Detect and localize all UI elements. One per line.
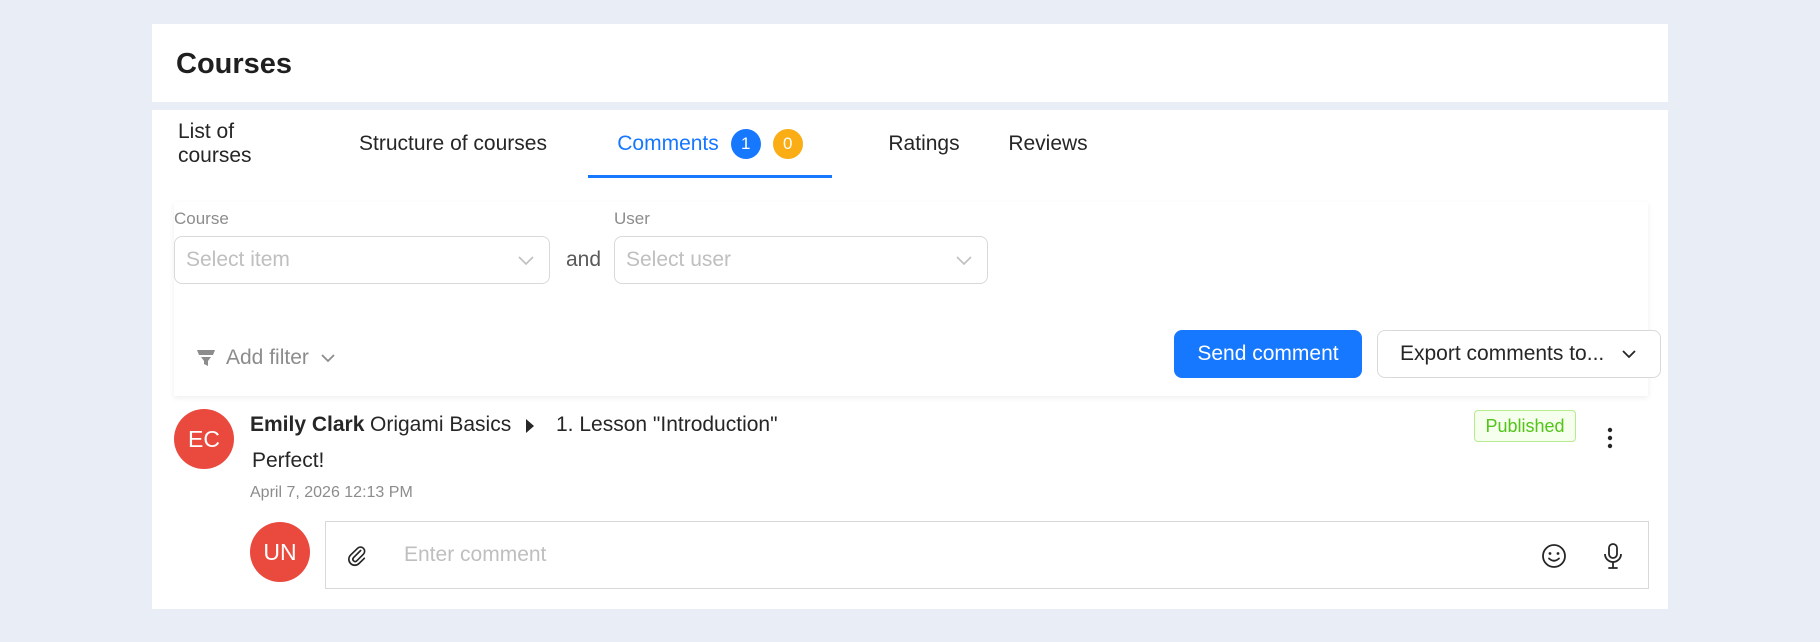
course-select[interactable]: Select item	[174, 236, 550, 284]
add-filter-label: Add filter	[226, 346, 309, 369]
comment-author[interactable]: Emily Clark	[250, 413, 364, 437]
filter-icon	[197, 350, 215, 366]
page-header: Courses	[152, 24, 1668, 102]
and-conjunction: and	[566, 248, 602, 271]
tab-structure-of-courses[interactable]: Structure of courses	[358, 110, 548, 178]
reply-avatar: UN	[250, 522, 310, 582]
more-vertical-icon[interactable]	[1600, 424, 1620, 454]
chevron-down-icon	[321, 354, 335, 363]
comment-text: Perfect!	[252, 449, 325, 472]
chevron-down-icon	[956, 256, 972, 266]
user-select-placeholder: Select user	[626, 248, 732, 271]
microphone-icon[interactable]	[1602, 542, 1624, 570]
tab-label: Reviews	[1008, 132, 1088, 155]
status-badge: Published	[1474, 410, 1576, 442]
send-comment-button[interactable]: Send comment	[1174, 330, 1362, 378]
export-comments-button[interactable]: Export comments to...	[1377, 330, 1661, 378]
smile-icon[interactable]	[1541, 543, 1567, 569]
tab-label: Ratings	[888, 132, 960, 155]
page-title: Courses	[176, 48, 293, 80]
tabs: List of courses Structure of courses Com…	[152, 110, 1668, 178]
course-label: Course	[174, 209, 229, 228]
avatar: EC	[174, 409, 234, 469]
pending-count-badge: 0	[772, 129, 803, 159]
main-card: List of courses Structure of courses Com…	[152, 110, 1668, 609]
comment-timestamp: April 7, 2026 12:13 PM	[250, 484, 413, 501]
export-comments-label: Export comments to...	[1400, 342, 1605, 365]
unread-count-badge: 1	[730, 129, 761, 159]
user-label: User	[614, 209, 650, 228]
paperclip-icon[interactable]	[346, 545, 368, 567]
tab-comments[interactable]: Comments 1 0	[588, 110, 832, 178]
caret-right-icon	[526, 419, 534, 433]
comment-input[interactable]	[404, 522, 1404, 588]
tab-label: Structure of courses	[359, 132, 547, 155]
filter-panel: Course Select item and User Select user …	[174, 202, 1661, 396]
reply-box	[325, 521, 1649, 589]
add-filter-button[interactable]: Add filter	[196, 342, 337, 374]
tab-label: Comments	[617, 132, 719, 155]
comment-lesson-link[interactable]: 1. Lesson "Introduction"	[556, 413, 778, 437]
tab-list-of-courses[interactable]: List of courses	[178, 110, 298, 178]
user-select[interactable]: Select user	[614, 236, 988, 284]
tab-label: List of courses	[178, 120, 252, 167]
comment-course-link[interactable]: Origami Basics	[370, 413, 511, 437]
course-select-placeholder: Select item	[186, 248, 290, 271]
tab-ratings[interactable]: Ratings	[862, 110, 986, 178]
chevron-down-icon	[1622, 350, 1636, 359]
tab-reviews[interactable]: Reviews	[986, 110, 1110, 178]
chevron-down-icon	[518, 256, 534, 266]
